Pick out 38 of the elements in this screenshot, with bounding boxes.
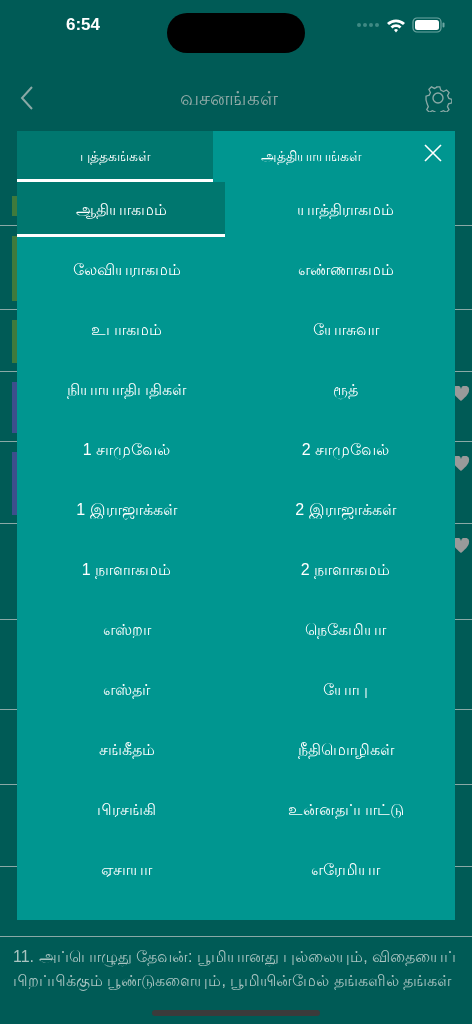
book-item[interactable]: ஏசாயா	[17, 842, 236, 897]
book-item[interactable]: பிரசங்கி	[17, 782, 236, 837]
heart-icon[interactable]	[452, 386, 470, 402]
close-icon[interactable]	[424, 144, 442, 162]
book-item[interactable]: 2 இராஜாக்கள்	[236, 482, 455, 537]
book-item[interactable]: எண்ணாகமம்	[236, 242, 455, 297]
book-item[interactable]: 1 இராஜாக்கள்	[17, 482, 236, 537]
book-item[interactable]: சங்கீதம்	[17, 722, 236, 777]
book-item[interactable]: ஆதியாகமம்	[17, 182, 225, 237]
settings-icon[interactable]	[424, 84, 452, 112]
book-item[interactable]: 1 நாளாகமம்	[17, 542, 236, 597]
heart-icon[interactable]	[452, 456, 470, 472]
signal-icon	[356, 22, 380, 28]
book-item[interactable]: யோபு	[236, 662, 455, 717]
battery-icon	[412, 17, 446, 33]
book-item[interactable]: ரூத்	[236, 362, 455, 417]
verse-text: 11. அப்பொழுது தேவன்: பூமியானது புல்லையும், விதையைப் பிறப்பிக்கும் பூண்டுகளையும், பூமியின்மேல் தங்களில் தங்கள்	[13, 947, 458, 993]
book-item[interactable]: யாத்திராகமம்	[236, 182, 455, 237]
book-item[interactable]: நியாயாதிபதிகள்	[17, 362, 236, 417]
back-icon[interactable]	[20, 86, 34, 110]
book-item[interactable]: 2 நாளாகமம்	[236, 542, 455, 597]
book-item[interactable]: எஸ்தர்	[17, 662, 236, 717]
book-item[interactable]: 2 சாமுவேல்	[236, 422, 455, 477]
book-item[interactable]: உன்னதப்பாட்டு	[236, 782, 455, 837]
status-time: 6:54	[66, 14, 101, 37]
heart-icon[interactable]	[452, 538, 470, 554]
book-item[interactable]: யோசுவா	[236, 302, 455, 357]
book-item[interactable]: லேவியராகமம்	[17, 242, 236, 297]
book-item[interactable]: உபாகமம்	[17, 302, 236, 357]
wifi-icon	[386, 17, 406, 33]
book-item[interactable]: எரேமியா	[236, 842, 455, 897]
book-item[interactable]: நீதிமொழிகள்	[236, 722, 455, 777]
book-item[interactable]: நெகேமியா	[236, 602, 455, 657]
screen-title: வசனங்கள்	[180, 86, 278, 111]
tab[interactable]: புத்தகங்கள்	[17, 131, 213, 182]
book-item[interactable]: எஸ்றா	[17, 602, 236, 657]
tab[interactable]: அத்தியாயங்கள்	[213, 131, 409, 182]
book-item[interactable]: 1 சாமுவேல்	[17, 422, 236, 477]
